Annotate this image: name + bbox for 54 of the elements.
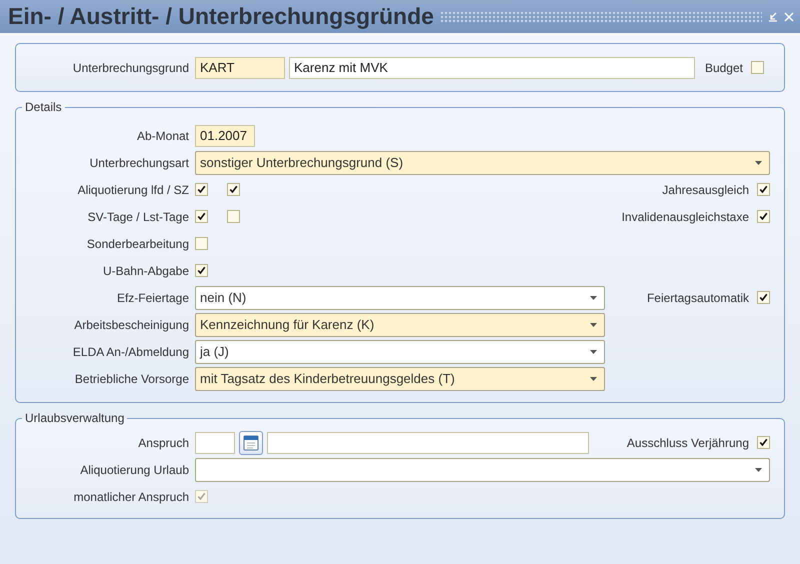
field-label: Ab-Monat [136, 128, 190, 142]
dropdown[interactable]: mit Tagsatz des Kinderbetreuungsgeldes (T) [195, 366, 605, 390]
field-label: ELDA An-/Abmeldung [72, 344, 190, 358]
field-label: Anspruch [137, 436, 190, 450]
checkbox-label: Ausschluss Verjährung [626, 436, 749, 450]
group-title: Details [24, 100, 63, 114]
calendar-button[interactable] [239, 430, 263, 454]
checkbox[interactable] [227, 210, 240, 223]
checkbox-label: Budget [704, 60, 743, 74]
caret-icon [755, 468, 762, 472]
field-label: Aliquotierung lfd / SZ [76, 182, 190, 196]
group-title: Urlaubsverwaltung [24, 411, 126, 425]
caret-icon [590, 350, 597, 354]
checkbox[interactable] [195, 183, 208, 196]
caret-icon [755, 160, 762, 164]
caret-icon [590, 376, 597, 380]
input-field[interactable]: 01.2007 [195, 124, 255, 146]
checkbox[interactable] [195, 264, 208, 277]
checkbox-label: Invalidenausgleichstaxe [622, 210, 749, 224]
field-label: Unterbrechungsart [88, 156, 190, 170]
field-label: SV-Tage / Lst-Tage [86, 210, 190, 224]
field-label: monatlicher Anspruch [72, 490, 190, 504]
dropdown[interactable]: nein (N) [195, 286, 605, 310]
field-label: Sonderbearbeitung [86, 236, 190, 250]
caret-icon [590, 296, 597, 300]
field-label: Aliquotierung Urlaub [79, 462, 190, 476]
caret-icon [590, 322, 597, 326]
checkbox-label: Feiertagsautomatik [646, 290, 749, 304]
checkbox[interactable] [195, 210, 208, 223]
dropdown[interactable] [195, 458, 770, 482]
checkbox[interactable] [757, 210, 770, 223]
field-label: U-Bahn-Abgabe [102, 264, 190, 278]
checkbox[interactable] [195, 237, 208, 250]
field-label: Efz-Feiertage [116, 290, 190, 304]
input-field[interactable] [267, 432, 589, 454]
field-label: Unterbrechungsgrund [72, 60, 190, 74]
checkbox[interactable] [227, 183, 240, 196]
field-label: Betriebliche Vorsorge [74, 372, 190, 386]
dropdown[interactable]: sonstiger Unterbrechungsgrund (S) [195, 150, 770, 174]
checkbox-label: Jahresausgleich [662, 182, 749, 196]
checkbox[interactable] [757, 436, 770, 449]
restore-icon[interactable] [768, 12, 778, 22]
calendar-icon [243, 434, 259, 450]
input-field[interactable]: Karenz mit MVK [289, 56, 695, 78]
dropdown[interactable]: Kennzeichnung für Karenz (K) [195, 312, 605, 336]
checkbox[interactable] [751, 61, 764, 74]
field-label: Arbeitsbescheinigung [73, 318, 190, 332]
close-icon[interactable] [784, 12, 794, 22]
window-title: Ein- / Austritt- / Unterbrechungsgründe [8, 3, 434, 30]
checkbox[interactable] [757, 291, 770, 304]
checkbox[interactable] [757, 183, 770, 196]
input-field[interactable]: KART [195, 56, 285, 78]
input-field[interactable] [195, 432, 235, 454]
dropdown[interactable]: ja (J) [195, 340, 605, 364]
